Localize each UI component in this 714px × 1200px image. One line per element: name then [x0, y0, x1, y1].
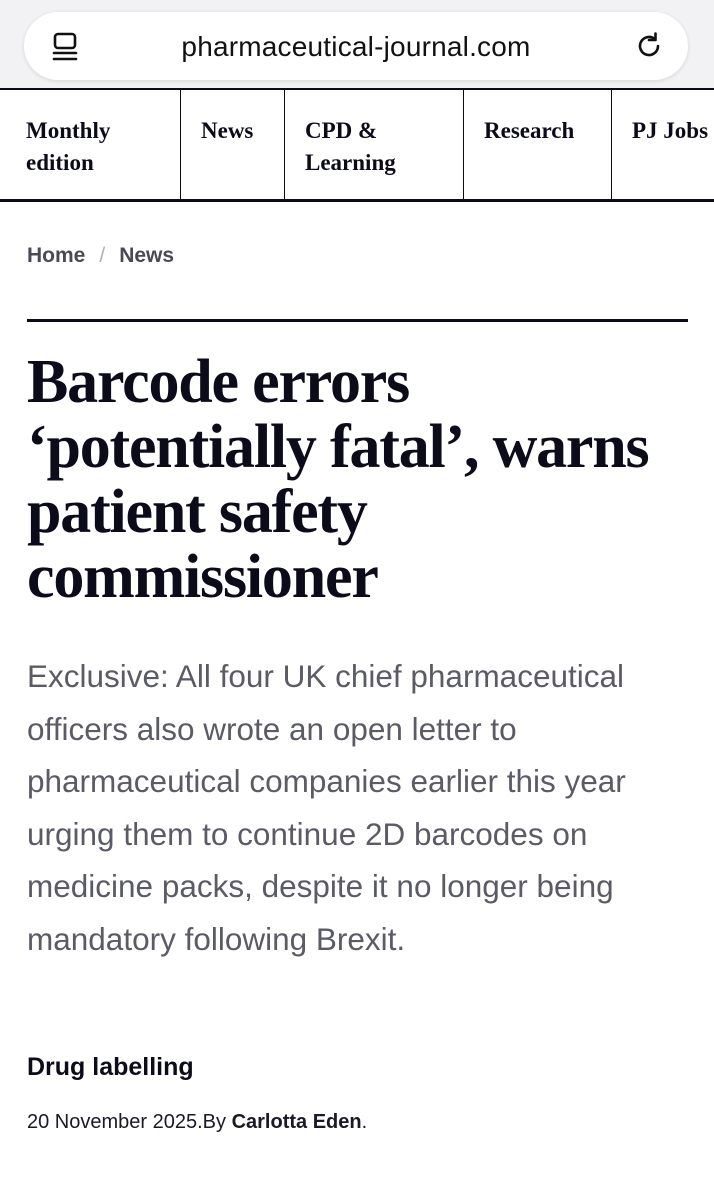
divider — [27, 319, 688, 322]
byline: 20 November 2025.By Carlotta Eden. — [27, 1111, 367, 1134]
article-headline: Barcode errors ‘potentially fatal’, warn… — [27, 348, 650, 611]
breadcrumb: Home / News — [27, 244, 174, 268]
url-text[interactable]: pharmaceutical-journal.com — [24, 31, 688, 63]
nav-item-monthly-edition[interactable]: Monthly edition — [0, 90, 181, 199]
author-name[interactable]: Carlotta Eden — [232, 1111, 362, 1133]
nav-item-pj-jobs[interactable]: PJ Jobs — [612, 90, 714, 199]
breadcrumb-news[interactable]: News — [119, 244, 174, 268]
address-bar[interactable]: pharmaceutical-journal.com — [24, 12, 688, 80]
nav-item-news[interactable]: News — [181, 90, 285, 199]
article-standfirst: Exclusive: All four UK chief pharmaceuti… — [27, 658, 626, 957]
breadcrumb-home[interactable]: Home — [27, 244, 85, 268]
nav-item-cpd-learning[interactable]: CPD & Learning — [285, 90, 464, 199]
browser-toolbar: pharmaceutical-journal.com — [0, 0, 714, 90]
reload-icon[interactable] — [632, 29, 666, 63]
breadcrumb-separator: / — [99, 244, 106, 267]
by-label: By — [202, 1111, 232, 1133]
byline-end: . — [361, 1111, 368, 1133]
topic-tag[interactable]: Drug labelling — [27, 1053, 194, 1082]
nav-item-research[interactable]: Research — [464, 90, 612, 199]
publish-date: 20 November 2025. — [27, 1111, 203, 1133]
site-navigation: Monthly edition News CPD & Learning Rese… — [0, 88, 714, 202]
